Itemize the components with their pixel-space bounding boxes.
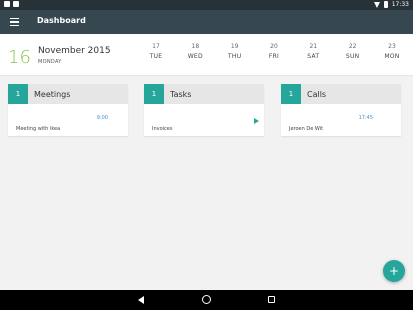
tasks-count-badge: 1	[144, 84, 164, 104]
meetings-card: 1 Meetings Meeting with ikea 9:00	[8, 84, 128, 136]
day-thu[interactable]: 19 THU	[219, 43, 251, 60]
call-time: 17:45	[358, 115, 373, 121]
day-mon[interactable]: 23 MON	[376, 43, 408, 60]
week-days: 17 TUE 18 WED 19 THU 20 FRI 21 SAT 22 SUN 23 MO…	[140, 43, 408, 60]
tasks-card-header[interactable]: 1 Tasks	[144, 84, 264, 104]
calls-card-header[interactable]: 1 Calls	[281, 84, 401, 104]
app-bar: Dashboard	[0, 10, 413, 34]
day-sun[interactable]: 22 SUN	[337, 43, 369, 60]
meeting-list-item[interactable]: Meeting with ikea 9:00	[8, 104, 128, 136]
menu-icon[interactable]	[10, 18, 19, 27]
meeting-name: Meeting with ikea	[16, 126, 61, 132]
meetings-title: Meetings	[34, 89, 71, 99]
meetings-count-badge: 1	[8, 84, 28, 104]
add-button[interactable]: +	[383, 260, 405, 282]
wifi-icon	[373, 1, 380, 8]
system-nav-bar	[0, 290, 413, 310]
gallery-icon	[13, 1, 19, 7]
day-fri[interactable]: 20 FRI	[258, 43, 290, 60]
day-wed[interactable]: 18 WED	[179, 43, 211, 60]
status-bar: 17:33	[0, 0, 413, 10]
page-title: Dashboard	[37, 16, 86, 25]
notification-icon	[4, 1, 10, 7]
call-list-item[interactable]: Jeroen De Wit 17:45	[281, 104, 401, 136]
status-time: 17:33	[391, 1, 409, 8]
today-date: 16	[8, 47, 31, 68]
day-tue[interactable]: 17 TUE	[140, 43, 172, 60]
call-name: Jeroen De Wit	[289, 126, 324, 132]
weekday-label: MONDAY	[38, 59, 62, 65]
calls-count-badge: 1	[281, 84, 301, 104]
task-list-item[interactable]: Invoices	[144, 104, 264, 136]
battery-icon	[383, 1, 388, 8]
day-sat[interactable]: 21 SAT	[297, 43, 329, 60]
calendar-strip: 16 November 2015 MONDAY 17 TUE 18 WED 19 TH…	[0, 34, 413, 76]
recent-apps-icon[interactable]	[268, 296, 275, 303]
calls-card: 1 Calls Jeroen De Wit 17:45	[281, 84, 401, 136]
home-icon[interactable]	[202, 295, 211, 304]
tasks-card: 1 Tasks Invoices	[144, 84, 264, 136]
meetings-card-header[interactable]: 1 Meetings	[8, 84, 128, 104]
month-year-label: November 2015	[38, 46, 111, 56]
back-icon[interactable]	[138, 296, 144, 304]
play-icon[interactable]	[254, 118, 259, 124]
tasks-title: Tasks	[170, 89, 192, 99]
calls-title: Calls	[307, 89, 327, 99]
meeting-time: 9:00	[96, 115, 108, 121]
task-name: Invoices	[152, 126, 173, 132]
